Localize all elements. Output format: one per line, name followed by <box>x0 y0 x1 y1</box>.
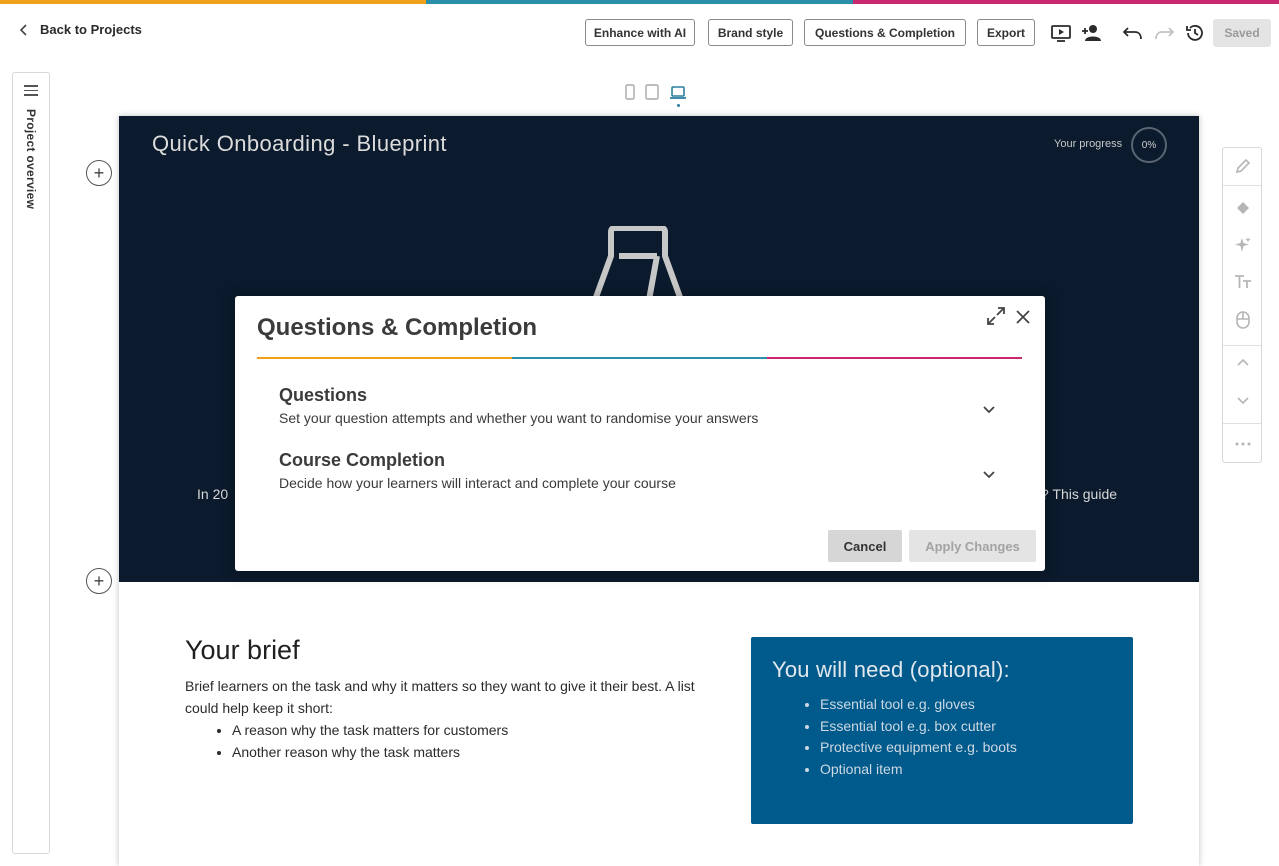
list-item: Essential tool e.g. box cutter <box>820 716 1017 738</box>
desktop-icon[interactable] <box>669 86 687 107</box>
questions-completion-dialog: Questions & Completion Questions Set you… <box>235 296 1045 571</box>
list-item: A reason why the task matters for custom… <box>232 719 508 741</box>
saved-status: Saved <box>1213 19 1271 47</box>
list-item: Another reason why the task matters <box>232 741 508 763</box>
you-will-need-panel: You will need (optional): Essential tool… <box>751 637 1133 824</box>
text-size-icon[interactable] <box>1232 271 1254 293</box>
more-options-icon[interactable] <box>1232 433 1254 455</box>
progress-label: Your progress <box>1054 138 1123 150</box>
chevron-down-icon[interactable] <box>982 402 996 416</box>
top-header: Back to Projects Enhance with AI Brand s… <box>0 4 1279 60</box>
back-to-projects-link[interactable]: Back to Projects <box>18 22 142 37</box>
list-item: Essential tool e.g. gloves <box>820 694 1017 716</box>
questions-section[interactable]: Questions Set your question attempts and… <box>279 385 999 426</box>
section-description: Set your question attempts and whether y… <box>279 410 759 426</box>
chevron-down-icon[interactable] <box>982 467 996 481</box>
edit-pencil-icon[interactable] <box>1232 155 1254 177</box>
hero-intro-text-left: In 20 <box>197 486 229 502</box>
add-section-button[interactable]: + <box>86 160 112 186</box>
enhance-with-ai-button[interactable]: Enhance with AI <box>585 19 695 46</box>
sparkle-icon[interactable] <box>1232 234 1254 256</box>
mobile-icon[interactable] <box>625 84 635 107</box>
block-toolbar <box>1222 147 1262 463</box>
course-completion-section[interactable]: Course Completion Decide how your learne… <box>279 450 999 491</box>
history-icon[interactable] <box>1184 23 1206 43</box>
section-title: Course Completion <box>279 450 446 470</box>
redo-icon[interactable] <box>1153 23 1175 43</box>
fill-color-icon[interactable] <box>1232 196 1254 218</box>
close-icon[interactable] <box>1015 306 1033 326</box>
questions-completion-button[interactable]: Questions & Completion <box>804 19 966 46</box>
expand-icon[interactable] <box>986 306 1008 328</box>
add-section-button[interactable]: + <box>86 568 112 594</box>
list-item: Optional item <box>820 759 1017 781</box>
dialog-title: Questions & Completion <box>257 314 538 341</box>
section-description: Decide how your learners will interact a… <box>279 475 676 491</box>
export-button[interactable]: Export <box>977 19 1035 46</box>
add-user-icon[interactable] <box>1081 23 1103 43</box>
project-overview-label: Project overview <box>24 109 38 210</box>
dialog-accent-bar <box>257 357 1022 359</box>
section-title: Questions <box>279 385 368 405</box>
active-device-indicator <box>676 104 680 107</box>
need-heading: You will need (optional): <box>772 657 1010 682</box>
need-list: Essential tool e.g. gloves Essential too… <box>820 694 1017 780</box>
chevron-left-icon <box>19 23 27 36</box>
cancel-button[interactable]: Cancel <box>828 530 902 562</box>
undo-icon[interactable] <box>1122 23 1144 43</box>
list-item: Protective equipment e.g. boots <box>820 737 1017 759</box>
present-icon[interactable] <box>1050 23 1072 43</box>
move-down-icon[interactable] <box>1232 390 1254 412</box>
mouse-interaction-icon[interactable] <box>1232 309 1254 331</box>
apply-changes-button[interactable]: Apply Changes <box>909 530 1036 562</box>
tablet-icon[interactable] <box>645 84 659 107</box>
brief-list: A reason why the task matters for custom… <box>232 719 508 763</box>
menu-icon[interactable] <box>24 85 38 99</box>
brief-heading: Your brief <box>185 635 300 665</box>
back-label: Back to Projects <box>40 22 142 37</box>
progress-indicator: 0% <box>1131 127 1167 163</box>
move-up-icon[interactable] <box>1232 351 1254 373</box>
brand-style-button[interactable]: Brand style <box>708 19 793 46</box>
course-title: Quick Onboarding - Blueprint <box>152 131 447 156</box>
hero-intro-text-right: ? This guide <box>1041 486 1118 502</box>
brief-paragraph: Brief learners on the task and why it ma… <box>185 678 695 716</box>
device-switcher <box>625 84 687 107</box>
project-overview-panel[interactable]: Project overview <box>12 72 50 854</box>
